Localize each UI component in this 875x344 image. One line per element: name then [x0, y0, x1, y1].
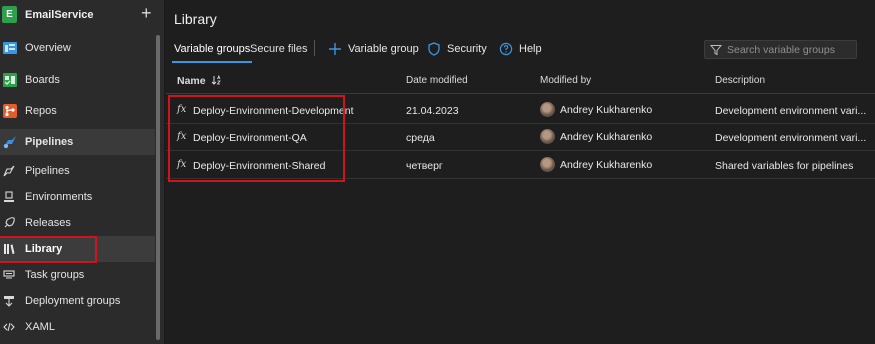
- pipelines-sub-icon: [3, 165, 15, 177]
- sidebar-item-task-groups[interactable]: Task groups: [0, 262, 155, 288]
- modified-by: Andrey Kukharenko: [540, 157, 652, 172]
- avatar: [540, 157, 555, 172]
- sidebar-item-environments[interactable]: Environments: [0, 184, 155, 210]
- sidebar-item-label: Deployment groups: [25, 295, 121, 307]
- date-modified: среда: [406, 132, 435, 144]
- shield-icon: [428, 42, 440, 56]
- xaml-icon: [3, 322, 15, 332]
- environments-icon: [4, 191, 14, 202]
- sidebar-item-label: Pipelines: [25, 136, 74, 148]
- sidebar-scrollbar[interactable]: [156, 35, 160, 340]
- pipelines-icon: [3, 136, 16, 149]
- sidebar-item-repos[interactable]: Repos: [0, 98, 155, 124]
- help-icon: [499, 42, 513, 56]
- avatar: [540, 129, 555, 144]
- add-variable-group-button[interactable]: Variable group: [328, 36, 419, 62]
- repos-icon: [3, 104, 17, 118]
- sidebar-item-pipelines-section[interactable]: Pipelines: [0, 129, 155, 155]
- project-badge: E: [2, 6, 17, 23]
- column-header-description[interactable]: Description: [715, 75, 765, 86]
- project-name[interactable]: EmailService: [25, 9, 94, 21]
- sidebar-item-pipelines[interactable]: Pipelines: [0, 158, 155, 184]
- description: Shared variables for pipelines: [715, 160, 854, 172]
- sidebar-item-deployment-groups[interactable]: Deployment groups: [0, 288, 155, 314]
- plus-icon: [329, 43, 341, 55]
- toolbar-divider: [314, 40, 315, 56]
- tab-variable-groups[interactable]: Variable groups: [171, 36, 253, 63]
- page-title: Library: [174, 11, 217, 27]
- user-name: Andrey Kukharenko: [560, 130, 653, 143]
- search-input[interactable]: [727, 42, 853, 57]
- sidebar-item-label: Pipelines: [25, 165, 70, 177]
- column-header-name[interactable]: Name: [177, 75, 221, 87]
- add-variable-group-label: Variable group: [348, 43, 419, 55]
- modified-by: Andrey Kukharenko: [540, 102, 652, 117]
- overview-icon: [3, 42, 17, 54]
- sidebar-item-boards[interactable]: Boards: [0, 67, 155, 93]
- tab-secure-files[interactable]: Secure files: [250, 36, 307, 62]
- boards-icon: [3, 73, 17, 87]
- user-name: Andrey Kukharenko: [560, 103, 653, 116]
- task-groups-icon: [3, 270, 15, 279]
- add-icon[interactable]: +: [141, 4, 152, 22]
- sidebar: E EmailService + Overview Boards Repos P…: [0, 0, 165, 344]
- sidebar-item-label: Environments: [25, 191, 93, 203]
- sidebar-item-label: Releases: [25, 217, 71, 229]
- variable-groups-highlight-box: [168, 95, 345, 182]
- modified-by: Andrey Kukharenko: [540, 129, 652, 144]
- library-highlight-box: [0, 236, 97, 263]
- date-modified: 21.04.2023: [406, 105, 459, 117]
- filter-icon: [710, 45, 722, 56]
- sidebar-item-xaml[interactable]: XAML: [0, 314, 155, 340]
- sort-ascending-icon: [211, 75, 221, 85]
- help-label: Help: [519, 43, 542, 55]
- sidebar-item-label: Repos: [25, 105, 57, 117]
- description: Development environment vari...: [715, 105, 867, 117]
- table-header: Name Date modified Modified by Descripti…: [166, 66, 875, 94]
- column-header-modified-by[interactable]: Modified by: [540, 75, 591, 86]
- deployment-groups-icon: [4, 296, 14, 307]
- sidebar-item-label: XAML: [25, 321, 55, 333]
- avatar: [540, 102, 555, 117]
- help-button[interactable]: Help: [499, 36, 542, 62]
- date-modified: четверг: [406, 160, 443, 172]
- sidebar-item-label: Boards: [25, 74, 60, 86]
- sidebar-item-overview[interactable]: Overview: [0, 35, 155, 61]
- project-header[interactable]: E EmailService +: [0, 0, 165, 30]
- sidebar-item-label: Task groups: [25, 269, 85, 281]
- search-box[interactable]: [704, 40, 857, 59]
- security-button[interactable]: Security: [427, 36, 487, 62]
- user-name: Andrey Kukharenko: [560, 158, 653, 171]
- releases-icon: [4, 217, 15, 228]
- sidebar-item-releases[interactable]: Releases: [0, 210, 155, 236]
- security-label: Security: [447, 43, 487, 55]
- sidebar-item-label: Overview: [25, 42, 71, 54]
- column-header-date-modified[interactable]: Date modified: [406, 75, 468, 86]
- description: Development environment vari...: [715, 132, 867, 144]
